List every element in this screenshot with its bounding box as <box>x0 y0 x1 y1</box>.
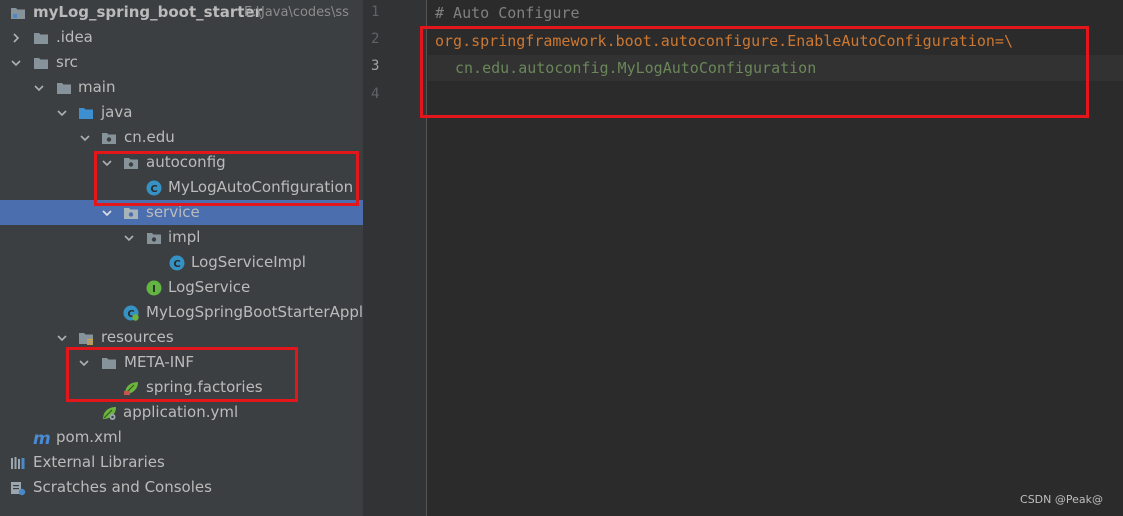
tree-item-service[interactable]: service <box>0 200 363 225</box>
svg-text:C: C <box>173 259 180 270</box>
tree-item-label: META-INF <box>124 353 195 371</box>
chevron-down-icon[interactable] <box>124 233 134 243</box>
class-icon: C <box>169 255 185 271</box>
tree-item-meta-inf[interactable]: META-INF <box>0 350 363 375</box>
chevron-down-icon[interactable] <box>0 8 6 18</box>
svg-text:C: C <box>150 184 157 195</box>
tree-item-main[interactable]: main <box>0 75 363 100</box>
chevron-down-icon[interactable] <box>57 108 67 118</box>
chevron-down-icon[interactable] <box>34 83 44 93</box>
tree-item-label: Scratches and Consoles <box>33 478 212 496</box>
tree-item-scratches[interactable]: Scratches and Consoles <box>0 475 363 500</box>
project-path: E:\Java\codes\ss <box>244 5 349 20</box>
tree-item-label: pom.xml <box>56 428 122 446</box>
tree-item-label: resources <box>101 328 174 346</box>
spring-leaf-icon <box>123 380 139 396</box>
tree-item-pom-xml[interactable]: m pom.xml <box>0 425 363 450</box>
source-folder-icon <box>78 105 94 121</box>
module-folder-icon <box>10 5 26 21</box>
tree-item-src[interactable]: src <box>0 50 363 75</box>
line-number: 4 <box>371 86 380 102</box>
chevron-right-icon[interactable] <box>11 33 21 43</box>
svg-text:I: I <box>152 284 156 295</box>
folder-icon <box>101 355 117 371</box>
tree-item-label: service <box>146 203 200 221</box>
tree-item-project-root[interactable]: myLog_spring_boot_starter E:\Java\codes\… <box>0 0 363 25</box>
line-number-current: 3 <box>371 58 380 74</box>
tree-item-impl[interactable]: impl <box>0 225 363 250</box>
tree-item-logserviceimpl[interactable]: C LogServiceImpl <box>0 250 363 275</box>
chevron-down-icon[interactable] <box>102 208 112 218</box>
code-line-comment[interactable]: # Auto Configure <box>435 3 580 23</box>
chevron-down-icon[interactable] <box>57 333 67 343</box>
tree-item-label: LogService <box>168 278 251 296</box>
package-icon <box>101 130 117 146</box>
tree-item-label: java <box>101 103 133 121</box>
tree-item-label: MyLogSpringBootStarterAppl <box>146 303 363 321</box>
chevron-down-icon[interactable] <box>79 358 89 368</box>
project-name: myLog_spring_boot_starter <box>33 3 263 21</box>
interface-icon: I <box>146 280 162 296</box>
tree-item-application-class[interactable]: C MyLogSpringBootStarterAppl <box>0 300 363 325</box>
folder-icon <box>56 80 72 96</box>
chevron-down-icon[interactable] <box>11 58 21 68</box>
tree-item-label: main <box>78 78 116 96</box>
line-number: 2 <box>371 31 380 47</box>
tree-item-label: src <box>56 53 78 71</box>
folder-icon <box>33 55 49 71</box>
class-icon: C <box>146 180 162 196</box>
resources-folder-icon <box>78 330 94 346</box>
folder-icon <box>33 30 49 46</box>
tree-item-label: .idea <box>56 28 93 46</box>
line-number: 1 <box>371 4 380 20</box>
tree-item-java[interactable]: java <box>0 100 363 125</box>
tree-item-label: application.yml <box>123 403 239 421</box>
tree-item-resources[interactable]: resources <box>0 325 363 350</box>
spring-yml-icon <box>101 405 117 421</box>
spring-boot-app-icon: C <box>123 305 139 321</box>
tree-item-label: cn.edu <box>124 128 175 146</box>
project-tree-panel: myLog_spring_boot_starter E:\Java\codes\… <box>0 0 363 516</box>
tree-item-application-yml[interactable]: application.yml <box>0 400 363 425</box>
code-editor[interactable]: # Auto Configure org.springframework.boo… <box>428 0 1123 516</box>
tree-item-label: External Libraries <box>33 453 165 471</box>
maven-icon: m <box>33 429 51 449</box>
package-icon <box>146 230 162 246</box>
package-icon <box>123 155 139 171</box>
watermark: CSDN @Peak@ <box>1020 493 1103 506</box>
tree-item-label: autoconfig <box>146 153 226 171</box>
chevron-down-icon[interactable] <box>80 133 90 143</box>
tree-item-idea[interactable]: .idea <box>0 25 363 50</box>
tree-item-autoconfig[interactable]: autoconfig <box>0 150 363 175</box>
tree-item-mylogautoconfiguration[interactable]: C MyLogAutoConfiguration <box>0 175 363 200</box>
tree-item-cn-edu[interactable]: cn.edu <box>0 125 363 150</box>
tree-item-label: impl <box>168 228 201 246</box>
package-icon <box>123 205 139 221</box>
tree-item-label: LogServiceImpl <box>191 253 306 271</box>
chevron-down-icon[interactable] <box>102 158 112 168</box>
svg-text:m: m <box>33 430 51 446</box>
tree-item-external-libraries[interactable]: External Libraries <box>0 450 363 475</box>
tree-item-spring-factories[interactable]: spring.factories <box>0 375 363 400</box>
scratches-icon <box>10 480 26 496</box>
code-line-property-key[interactable]: org.springframework.boot.autoconfigure.E… <box>435 31 1013 51</box>
tree-item-logservice[interactable]: I LogService <box>0 275 363 300</box>
code-line-property-value[interactable]: cn.edu.autoconfig.MyLogAutoConfiguration <box>455 58 816 78</box>
libraries-icon <box>10 455 26 471</box>
editor-gutter: 1 2 3 4 <box>363 0 427 516</box>
tree-item-label: spring.factories <box>146 378 263 396</box>
tree-item-label: MyLogAutoConfiguration <box>168 178 354 196</box>
